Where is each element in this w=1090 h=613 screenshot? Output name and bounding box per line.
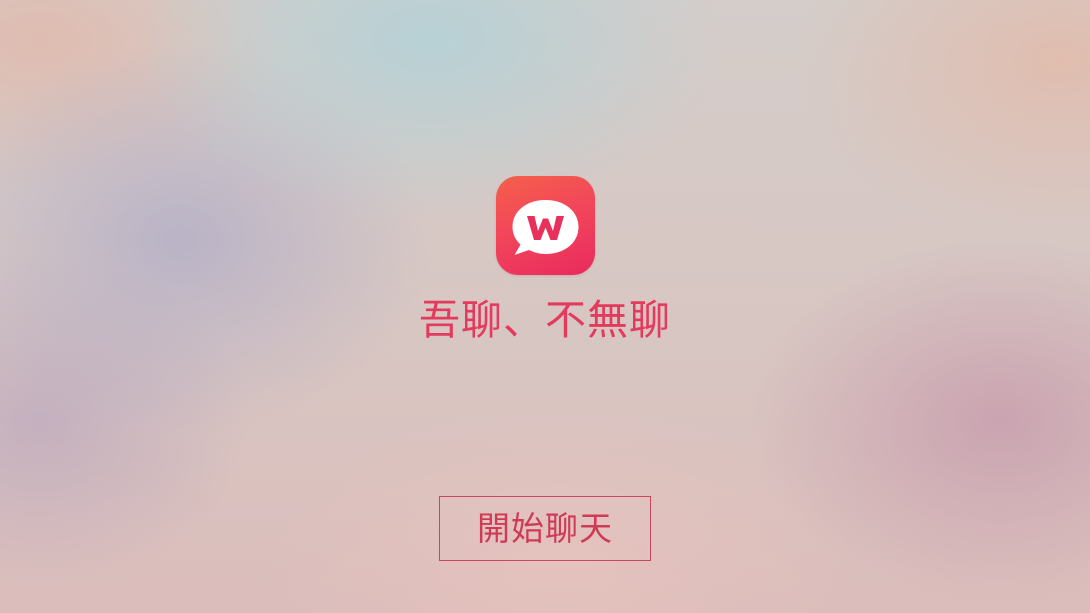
app-logo — [496, 176, 595, 275]
start-chat-button[interactable]: 開始聊天 — [439, 496, 651, 561]
speech-bubble-icon — [512, 200, 579, 255]
splash-screen: 吾聊、不無聊 開始聊天 — [0, 0, 1090, 613]
app-slogan: 吾聊、不無聊 — [419, 296, 671, 344]
